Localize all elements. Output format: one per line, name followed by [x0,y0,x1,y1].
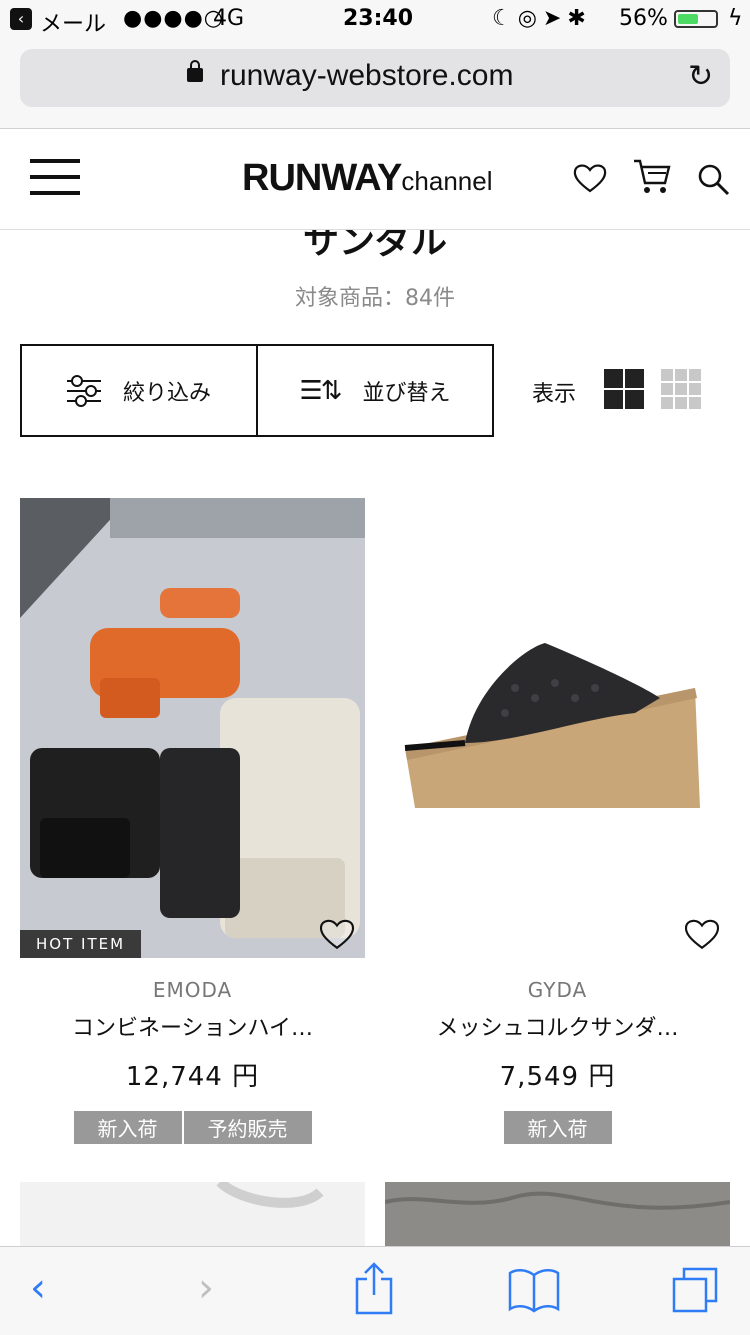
site-header: RUNWAYchannel [0,129,750,230]
next-product-photo [385,1191,730,1210]
filter-label: 絞り込み [122,380,211,406]
favorites-heart-icon[interactable] [573,163,607,193]
sort-button[interactable]: ☰⇅ 並び替え [256,346,492,435]
item-count: 対象商品：84件 [295,286,455,311]
clock: 23:40 [343,6,414,31]
next-product-image[interactable] [20,1182,365,1246]
hot-item-badge: HOT ITEM [20,930,142,958]
favorite-heart-icon[interactable] [319,918,355,950]
product-name[interactable]: メッシュコルクサンダ… [385,1010,730,1042]
logo-main: RUNWAY [242,157,402,199]
browser-toolbar: ‹ › [0,1246,750,1335]
filter-sliders-icon [66,374,101,407]
product-brand: GYDA [527,978,588,1002]
product-image[interactable]: HOT ITEM [20,498,365,958]
tabs-icon[interactable] [670,1265,720,1315]
product-tags: 新入荷 [385,1111,730,1144]
logo-sub: channel [401,166,493,196]
charging-icon: ϟ [728,6,743,31]
filter-button[interactable]: 絞り込み [22,346,256,435]
url-text[interactable]: runway-webstore.com [220,59,513,93]
grid-3col-icon[interactable] [661,369,701,409]
product-card[interactable]: HOT ITEM EMODA コンビネーションハイ… 12,744 円 新入荷予… [20,498,365,1144]
search-icon[interactable] [698,164,730,196]
back-to-app-icon[interactable]: ‹ [10,8,32,30]
battery-icon [674,10,718,28]
next-product-photo [216,1182,324,1208]
site-logo[interactable]: RUNWAYchannel [242,157,492,200]
cork-sandal-photo [385,498,730,958]
filter-sort-bar: 絞り込み ☰⇅ 並び替え [20,344,494,437]
sort-icon: ☰⇅ [299,375,342,406]
back-chevron-icon[interactable]: ‹ [30,1265,46,1311]
browser-address-area: runway-webstore.com ↻ [0,40,750,129]
product-tags: 新入荷 予約販売 [20,1111,365,1144]
address-bar[interactable]: runway-webstore.com ↻ [20,49,730,107]
network-type: 4G [213,6,245,31]
lock-icon [187,60,203,82]
hamburger-menu-icon[interactable] [30,159,80,195]
next-product-image[interactable] [385,1182,730,1246]
product-brand: EMODA [152,978,233,1002]
share-icon[interactable] [353,1261,395,1317]
product-price: 12,744 円 [125,1062,260,1092]
cart-icon[interactable] [632,157,672,195]
tag-preorder: 予約販売 [183,1111,312,1144]
status-icons: ☾◎➤✱ [492,6,592,31]
sandals-photo [20,498,365,958]
view-label: 表示 [532,382,577,407]
product-card[interactable]: GYDA メッシュコルクサンダ… 7,549 円 新入荷 [385,498,730,1144]
grid-2col-icon[interactable] [604,369,644,409]
forward-chevron-icon[interactable]: › [198,1265,214,1311]
product-price: 7,549 円 [499,1062,616,1092]
signal-strength: ●●●●○ [123,6,224,31]
back-app-label[interactable]: メール [40,6,106,38]
tag-new-arrival: 新入荷 [73,1111,182,1144]
status-bar: ‹ メール ●●●●○ 4G 23:40 ☾◎➤✱ 56% ϟ [0,0,750,40]
product-name[interactable]: コンビネーションハイ… [20,1010,365,1042]
favorite-heart-icon[interactable] [684,918,720,950]
product-image[interactable] [385,498,730,958]
tag-new-arrival: 新入荷 [503,1111,612,1144]
sort-label: 並び替え [362,380,451,406]
battery-percent: 56% [619,6,668,31]
reload-icon[interactable]: ↻ [688,59,713,94]
bookmarks-book-icon[interactable] [508,1267,560,1313]
